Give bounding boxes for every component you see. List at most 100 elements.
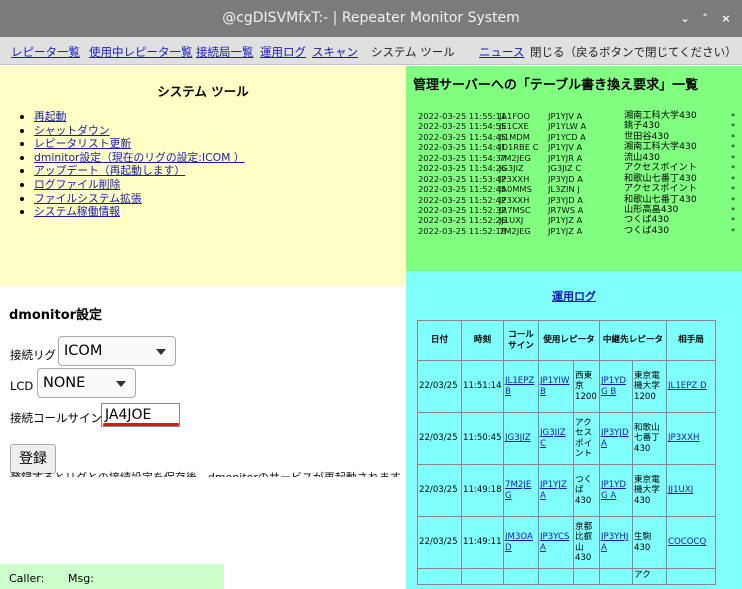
list-item: ファイルシステム拡張: [20, 192, 245, 206]
table-row: 22/03/25 11:50:45 JG3JIZ JG3JIZ C アクセスポイント JP…: [417, 412, 716, 465]
delete-logs-link[interactable]: ログファイル削除: [34, 178, 120, 191]
request-flag: *: [731, 184, 736, 195]
list-item: 2022-03-25 11:55:11 JA1FOO JP1YJV A 湘南工科大学4…: [418, 110, 740, 121]
table-cell: アクセスポイント: [573, 412, 600, 465]
table-cell: JP1YIW B: [538, 360, 574, 413]
table-cell: 7M2JEG: [503, 464, 539, 517]
list-item: レピータリスト更新: [20, 137, 245, 151]
request-time: 2022-03-25 11:52:42: [418, 194, 507, 205]
operation-log-table: 日付 時刻 コールサイン 使用レピータ 中継先レピータ 相手局 22/03/25…: [417, 320, 716, 585]
chevron-down-icon: [116, 381, 126, 387]
table-cell: 22/03/25: [417, 360, 462, 413]
request-callsign: JA1FOO: [499, 111, 531, 121]
log-link-repeater-name: 生駒430: [634, 532, 652, 553]
msg-label: Msg:: [68, 572, 94, 585]
request-time: 2022-03-25 11:53:42: [418, 173, 507, 184]
lcd-label: LCD: [10, 379, 34, 393]
request-time: 2022-03-25 11:54:55: [418, 121, 507, 132]
table-cell: JP1YJZ A: [538, 464, 574, 517]
table-cell: 22/03/25: [417, 412, 462, 465]
maximize-icon[interactable]: ˄: [697, 11, 713, 27]
request-flag: *: [731, 152, 736, 163]
system-status-link[interactable]: システム稼働情報: [34, 205, 120, 218]
menu-scan[interactable]: スキャン: [312, 44, 358, 60]
table-row: 22/03/25 11:49:11 JM3OAD JP3YCS A 京都比叡山430 JP…: [417, 516, 716, 569]
request-repeater: JP1YJV A: [548, 111, 583, 121]
system-tools-title: システム ツール: [157, 84, 249, 99]
log-partner-link[interactable]: JL1EPZ D: [668, 381, 707, 391]
request-callsign: JG3JIZ: [499, 163, 524, 174]
log-repeater-link[interactable]: JP1YIW B: [540, 376, 569, 396]
operation-log-panel: 運用ログ 日付 時刻 コールサイン 使用レピータ 中継先レピータ 相手局 22/…: [406, 271, 742, 589]
table-cell: JP3YCS A: [538, 516, 574, 569]
request-flag: *: [731, 142, 736, 153]
log-partner-link[interactable]: JP3XXH: [668, 433, 699, 443]
request-destination: アクセスポイント: [624, 183, 698, 195]
log-repeater-link[interactable]: JG3JIZ C: [540, 428, 566, 448]
close-icon[interactable]: ×: [718, 11, 734, 27]
request-callsign: JE1CXE: [499, 121, 529, 132]
request-repeater: JP1YJV A: [548, 142, 583, 153]
request-flag: *: [731, 163, 736, 174]
window-title: @cgDISVMfxT:- | Repeater Monitor System: [222, 10, 520, 26]
log-link-repeater-link[interactable]: JP3YJD A: [601, 428, 629, 448]
request-repeater: JP1YJR A: [548, 152, 583, 163]
request-callsign: JJ1UXJ: [499, 215, 524, 226]
request-flag: *: [731, 131, 736, 142]
log-partner-link[interactable]: COCOCQ: [668, 537, 706, 547]
menu-connected-stations[interactable]: 接続局一覧: [196, 44, 254, 60]
request-repeater: JP1YCD A: [548, 131, 586, 142]
request-callsign: 7M2JEG: [499, 225, 531, 236]
table-cell: 東京電機大学1200: [632, 360, 667, 413]
list-item: シャットダウン: [20, 124, 245, 138]
system-tools-list: 再起動 シャットダウン レピータリスト更新 dminitor設定（現在のリグの設…: [20, 110, 245, 219]
table-cell: 11:51:14: [461, 360, 504, 413]
window-titlebar[interactable]: @cgDISVMfxT:- | Repeater Monitor System …: [0, 0, 742, 37]
log-callsign-link[interactable]: JG3JIZ: [505, 433, 531, 443]
log-date: 22/03/25: [419, 433, 458, 444]
request-time: 2022-03-25 11:52:18: [418, 225, 507, 236]
request-destination: つくば430: [624, 224, 670, 236]
rig-select[interactable]: ICOM: [58, 336, 176, 366]
request-time: 2022-03-25 11:54:41: [418, 142, 507, 153]
menu-operation-log[interactable]: 運用ログ: [260, 44, 306, 60]
log-partner-link[interactable]: JJ1UXJ: [668, 485, 693, 495]
table-cell: JL1EPZ D: [666, 360, 716, 413]
header-used-repeater: 使用レピータ: [538, 320, 600, 361]
log-time: 11:49:18: [463, 485, 502, 496]
shutdown-link[interactable]: シャットダウン: [34, 124, 110, 137]
table-rewrite-requests-panel: 管理サーバーへの「テーブル書き換え要求」一覧 2022-03-25 11:55:…: [406, 66, 742, 271]
log-time: 11:50:45: [463, 433, 502, 444]
request-repeater: JP1YJZ A: [548, 225, 583, 236]
log-callsign-link[interactable]: JL1EPZ B: [505, 376, 534, 396]
reboot-link[interactable]: 再起動: [34, 110, 66, 123]
minimize-icon[interactable]: ⌄: [677, 11, 693, 27]
log-link-repeater-link[interactable]: JP3YHJ A: [601, 532, 628, 552]
log-callsign-link[interactable]: JM3OAD: [505, 532, 533, 552]
lcd-select-value: NONE: [43, 375, 86, 391]
expand-filesystem-link[interactable]: ファイルシステム拡張: [34, 192, 142, 205]
log-link-repeater-link[interactable]: JP1YDG A: [601, 480, 626, 500]
operation-log-title-link[interactable]: 運用ログ: [406, 288, 742, 304]
request-repeater: JP3YJD A: [548, 173, 583, 184]
menu-system-tools: システム ツール: [371, 45, 455, 59]
menu-news[interactable]: ニュース: [479, 44, 524, 60]
table-cell: JP3XXH: [666, 412, 716, 465]
dmonitor-settings-link[interactable]: dminitor設定（現在のリグの設定:ICOM ）: [34, 151, 245, 164]
log-callsign-link[interactable]: 7M2JEG: [505, 480, 531, 500]
lcd-select[interactable]: NONE: [37, 368, 136, 398]
list-item: 2022-03-25 11:54:41 JO1RBE C JP1YJV A 湘南工科大…: [418, 141, 740, 153]
table-cell: JJ1UXJ: [666, 464, 716, 517]
request-repeater: JP1YLW A: [548, 121, 587, 132]
table-cell: [599, 568, 633, 585]
list-item: アップデート（再起動します）: [20, 164, 245, 178]
log-repeater-link[interactable]: JP1YJZ A: [540, 480, 567, 500]
log-repeater-link[interactable]: JP3YCS A: [540, 532, 569, 552]
menu-repeater-list[interactable]: レピータ一覧: [11, 44, 80, 60]
table-cell: JG3JIZ C: [538, 412, 574, 465]
update-link[interactable]: アップデート（再起動します）: [34, 164, 185, 177]
menu-active-repeater-list[interactable]: 使用中レピータ一覧: [89, 44, 193, 60]
update-repeater-list-link[interactable]: レピータリスト更新: [34, 137, 131, 150]
table-cell: 西東京1200: [573, 360, 600, 413]
log-link-repeater-link[interactable]: JP1YDG B: [601, 376, 626, 396]
